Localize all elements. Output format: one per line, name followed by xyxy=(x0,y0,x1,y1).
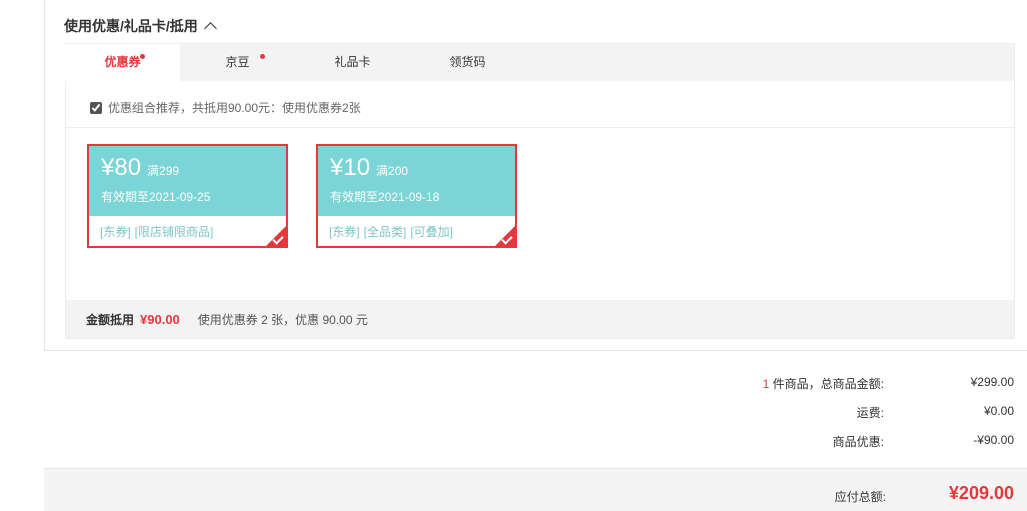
discount-tabs: 优惠券 京豆 礼品卡 领货码 xyxy=(65,44,1014,81)
payable-label: 应付总额: xyxy=(834,490,886,504)
items-label-text: 件商品，总商品金额: xyxy=(769,377,884,391)
coupon-expiry: 有效期至2021-09-25 xyxy=(101,190,211,204)
tab-pickup-code[interactable]: 领货码 xyxy=(410,44,525,81)
coupon-amount-row: ¥10 满200 xyxy=(330,154,503,185)
notification-dot xyxy=(140,54,145,59)
coupon-face: ¥10 满200 有效期至2021-09-18 xyxy=(318,146,515,216)
recommend-combination: 优惠组合推荐，共抵用90.00元：使用优惠券2张 xyxy=(90,99,361,116)
section-title: 使用优惠/礼品卡/抵用 xyxy=(64,18,198,34)
tab-gift-card-label: 礼品卡 xyxy=(334,55,371,69)
coupon-tag: [全品类] xyxy=(363,225,407,239)
coupon-tag: [限店铺限商品] xyxy=(134,225,214,239)
coupon-tag: [东券] xyxy=(100,225,131,239)
recommend-text: 优惠组合推荐，共抵用90.00元：使用优惠券2张 xyxy=(108,101,361,115)
tab-coupons-label: 优惠券 xyxy=(104,55,141,69)
coupon-face: ¥80 满299 有效期至2021-09-25 xyxy=(89,146,286,216)
notification-dot xyxy=(260,54,265,59)
coupon-condition: 满299 xyxy=(147,164,180,178)
discount-label: 商品优惠: xyxy=(832,435,884,449)
summary-amount: ¥90.00 xyxy=(140,311,180,327)
coupon-amount-row: ¥80 满299 xyxy=(101,154,274,185)
items-total-value: ¥299.00 xyxy=(970,375,1014,389)
coupon-tag: [东券] xyxy=(329,225,360,239)
shipping-row: 运费: ¥0.00 xyxy=(714,404,1014,421)
discount-summary: 金额抵用 ¥90.00 使用优惠券 2 张，优惠 90.00 元 xyxy=(66,300,1014,338)
coupon-tag: [可叠加] xyxy=(410,225,454,239)
coupon-card[interactable]: ¥80 满299 有效期至2021-09-25 [东券] [限店铺限商品] xyxy=(87,144,288,248)
summary-label: 金额抵用 xyxy=(86,312,135,327)
coupon-amount: ¥80 xyxy=(101,154,142,181)
coupon-amount: ¥10 xyxy=(330,154,371,181)
discount-row: 商品优惠: -¥90.00 xyxy=(714,433,1014,450)
items-total-row: 1 件商品，总商品金额: ¥299.00 xyxy=(714,375,1014,392)
tab-jingdou-label: 京豆 xyxy=(225,55,250,69)
coupon-tags: [东券] [限店铺限商品] xyxy=(89,216,286,246)
tab-gift-card[interactable]: 礼品卡 xyxy=(295,44,410,81)
tab-coupons[interactable]: 优惠券 xyxy=(65,44,180,81)
shipping-value: ¥0.00 xyxy=(983,404,1014,418)
payable-bar: 应付总额: ¥209.00 xyxy=(44,468,1027,511)
coupon-expiry: 有效期至2021-09-18 xyxy=(330,190,440,204)
discount-value: -¥90.00 xyxy=(973,433,1014,447)
divider xyxy=(66,127,1014,128)
tab-pickup-code-label: 领货码 xyxy=(449,55,486,69)
coupon-tags: [东券] [全品类] [可叠加] xyxy=(318,216,515,246)
tab-jingdou[interactable]: 京豆 xyxy=(180,44,295,81)
summary-desc: 使用优惠券 2 张，优惠 90.00 元 xyxy=(197,312,368,327)
recommend-checkbox[interactable] xyxy=(90,101,102,114)
shipping-label: 运费: xyxy=(856,406,884,420)
chevron-up-icon[interactable] xyxy=(203,22,217,35)
coupon-condition: 满200 xyxy=(376,164,409,178)
coupon-card[interactable]: ¥10 满200 有效期至2021-09-18 [东券] [全品类] [可叠加] xyxy=(316,144,517,248)
payable-amount: ¥209.00 xyxy=(948,483,1014,503)
discount-section-header[interactable]: 使用优惠/礼品卡/抵用 xyxy=(64,16,217,36)
items-total-label: 1 件商品，总商品金额: xyxy=(714,375,884,392)
